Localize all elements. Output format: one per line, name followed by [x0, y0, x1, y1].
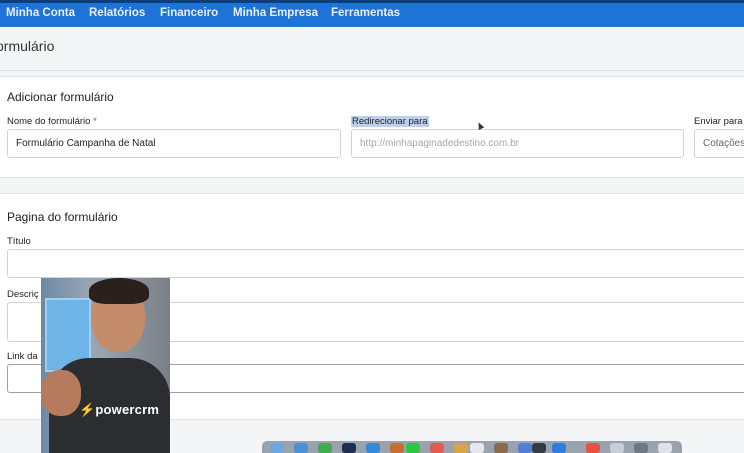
search-icon[interactable] [634, 443, 648, 453]
app-icon-5[interactable] [586, 443, 600, 453]
notes-icon[interactable] [454, 443, 468, 453]
shirt-logo: ⚡powercrm [79, 402, 159, 418]
app-icon-3[interactable] [518, 443, 532, 453]
macos-dock [262, 441, 682, 453]
send-to-label: Enviar para o [694, 116, 744, 127]
reminders-icon[interactable] [470, 443, 484, 453]
chrome-icon[interactable] [318, 443, 332, 453]
whatsapp-icon[interactable] [406, 443, 420, 453]
app-icon-2[interactable] [494, 443, 508, 453]
redirect-url-input[interactable]: http://minhapaginadedestino.com.br [351, 129, 684, 158]
section-title-form-page: Pagina do formulário [7, 210, 118, 224]
presenter-webcam-overlay: ⚡powercrm [41, 278, 170, 453]
presenter-hair [89, 278, 149, 304]
safari-icon[interactable] [294, 443, 308, 453]
nav-minha-empresa[interactable]: Minha Empresa [233, 7, 318, 19]
calendar-icon[interactable] [430, 443, 444, 453]
top-navigation-bar: Minha Conta Relatórios Financeiro Minha … [0, 0, 744, 27]
redirect-label-text: Redirecionar para [351, 116, 429, 127]
trash-icon[interactable] [658, 443, 672, 453]
header-divider [0, 70, 744, 71]
finder-icon[interactable] [270, 443, 284, 453]
send-to-select[interactable]: Cotações [694, 129, 744, 158]
form-name-label-text: Nome do formulário [7, 116, 91, 127]
nav-relatorios[interactable]: Relatórios [89, 7, 145, 19]
app-icon[interactable] [390, 443, 404, 453]
bolt-icon: ⚡ [79, 402, 96, 417]
page-title-label: Título [7, 236, 31, 247]
required-mark: * [93, 116, 97, 127]
page-title-input[interactable] [7, 249, 744, 278]
nav-financeiro[interactable]: Financeiro [160, 7, 218, 19]
description-label: Descriç [7, 289, 39, 300]
add-form-card: Adicionar formulário Nome do formulário … [0, 76, 744, 178]
form-name-label: Nome do formulário * [7, 116, 97, 127]
nav-ferramentas[interactable]: Ferramentas [331, 7, 400, 19]
app-icon-4[interactable] [552, 443, 566, 453]
shirt-logo-text: powercrm [95, 402, 160, 417]
link-label: Link da [7, 351, 38, 362]
photoshop-icon[interactable] [342, 443, 356, 453]
section-title-add-form: Adicionar formulário [7, 90, 114, 104]
presenter-hand [41, 370, 81, 416]
app-icon-6[interactable] [610, 443, 624, 453]
obs-icon[interactable] [532, 443, 546, 453]
twitter-icon[interactable] [366, 443, 380, 453]
form-name-input[interactable]: Formulário Campanha de Natal [7, 129, 341, 158]
redirect-label: Redirecionar para [351, 116, 429, 127]
page-title: ormulário [0, 38, 55, 54]
nav-minha-conta[interactable]: Minha Conta [6, 7, 75, 19]
